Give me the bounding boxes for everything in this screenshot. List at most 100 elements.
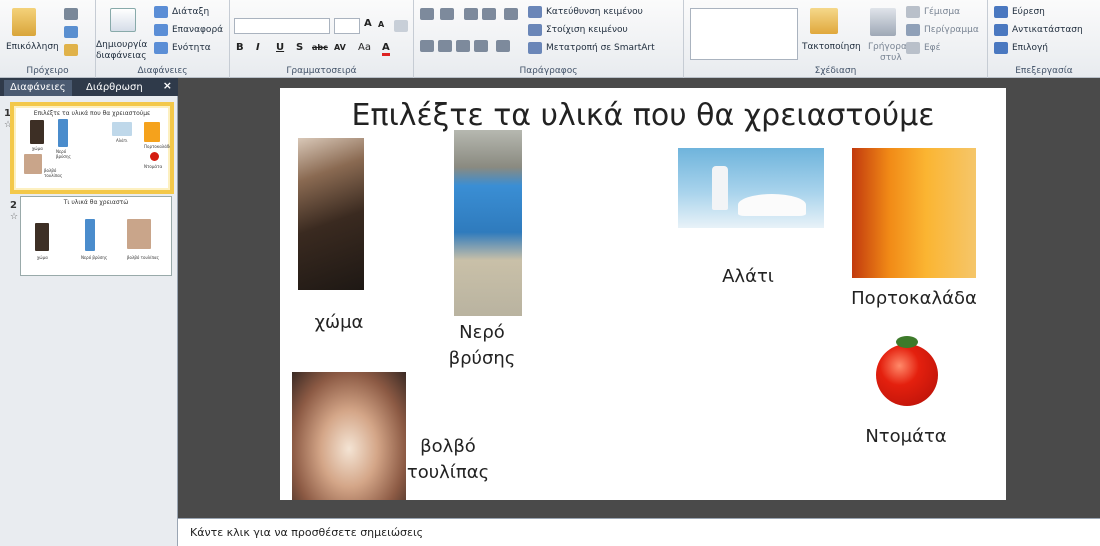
copy-icon[interactable] bbox=[64, 26, 78, 38]
font-color-button[interactable]: A bbox=[382, 42, 390, 56]
line-spacing-icon[interactable] bbox=[504, 8, 518, 20]
clipboard-group: Επικόλληση Πρόχειρο bbox=[0, 0, 96, 78]
select-button[interactable]: Επιλογή bbox=[1012, 43, 1048, 53]
tap-water-image[interactable] bbox=[454, 130, 522, 316]
reset-icon bbox=[154, 24, 168, 36]
align-right-icon[interactable] bbox=[456, 40, 470, 52]
orange-caption[interactable]: Πορτοκαλάδα bbox=[832, 286, 996, 312]
shape-outline-button[interactable]: Περίγραμμα bbox=[924, 25, 979, 35]
water-caption-1[interactable]: Νερό bbox=[434, 320, 530, 346]
tomato-caption[interactable]: Ντομάτα bbox=[850, 424, 962, 450]
clipboard-group-label: Πρόχειρο bbox=[26, 66, 69, 76]
strike-button[interactable]: abc bbox=[312, 43, 328, 52]
align-text-icon bbox=[528, 24, 542, 36]
font-name-combo[interactable] bbox=[234, 18, 330, 34]
salt-shaker-shape bbox=[712, 166, 728, 210]
thumb1-label-water: Νερό βρύσης bbox=[56, 149, 71, 159]
thumb1-tomato-image bbox=[150, 152, 159, 161]
soil-image[interactable] bbox=[298, 138, 364, 290]
reset-button[interactable]: Επαναφορά bbox=[172, 25, 223, 35]
align-text-button[interactable]: Στοίχιση κειμένου bbox=[546, 25, 628, 35]
salt-caption[interactable]: Αλάτι bbox=[708, 264, 788, 290]
slide-thumbnail-1[interactable]: Επιλέξτε τα υλικά που θα χρειαστούμε χώμ… bbox=[10, 102, 174, 194]
shadow-button[interactable]: S bbox=[296, 42, 303, 53]
current-slide[interactable]: Επιλέξτε τα υλικά που θα χρειαστούμε χώμ… bbox=[280, 88, 1006, 500]
tab-slides[interactable]: Διαφάνειες bbox=[4, 80, 72, 96]
section-icon bbox=[154, 42, 168, 54]
spacing-button[interactable]: AV bbox=[334, 43, 346, 52]
drawing-group-label: Σχέδιαση bbox=[814, 66, 857, 76]
drawing-group: Τακτοποίηση Γρήγορα στυλ Γέμισμα Περίγρα… bbox=[684, 0, 988, 78]
thumb2-bulb-image bbox=[127, 219, 151, 249]
thumb1-label-soil: χώμα bbox=[32, 146, 43, 151]
slide-thumbnail-2[interactable]: Τι υλικά θα χρειαστώ χώμα Νερό βρύσης βο… bbox=[20, 196, 172, 276]
slide-title[interactable]: Επιλέξτε τα υλικά που θα χρειαστούμε bbox=[280, 98, 1006, 133]
arrange-button[interactable]: Τακτοποίηση bbox=[802, 42, 861, 52]
new-slide-icon[interactable] bbox=[110, 8, 136, 32]
increase-indent-icon[interactable] bbox=[482, 8, 496, 20]
shape-fill-button[interactable]: Γέμισμα bbox=[924, 7, 960, 17]
thumb1-title: Επιλέξτε τα υλικά που θα χρειαστούμε bbox=[33, 110, 151, 117]
shapes-gallery[interactable] bbox=[690, 8, 798, 60]
grow-font-icon[interactable]: A bbox=[364, 18, 372, 29]
paragraph-group-label: Παράγραφος bbox=[519, 66, 578, 76]
thumb1-bulb-image bbox=[24, 154, 42, 174]
justify-icon[interactable] bbox=[474, 40, 488, 52]
paste-button[interactable]: Επικόλληση bbox=[6, 42, 59, 52]
slides-group-label: Διαφάνειες bbox=[137, 66, 188, 76]
bold-button[interactable]: B bbox=[236, 42, 244, 53]
find-button[interactable]: Εύρεση bbox=[1012, 7, 1045, 17]
notes-pane[interactable]: Κάντε κλικ για να προσθέσετε σημειώσεις bbox=[178, 518, 1100, 546]
layout-button[interactable]: Διάταξη bbox=[172, 7, 209, 17]
thumb2-title: Τι υλικά θα χρειαστώ bbox=[63, 199, 129, 206]
smartart-button[interactable]: Μετατροπή σε SmartArt bbox=[546, 43, 655, 53]
water-caption-2[interactable]: βρύσης bbox=[434, 346, 530, 372]
ribbon: Επικόλληση Πρόχειρο Δημιουργία διαφάνεια… bbox=[0, 0, 1100, 78]
new-slide-label-1[interactable]: Δημιουργία bbox=[96, 40, 147, 50]
underline-button[interactable]: U bbox=[276, 42, 284, 53]
arrange-icon bbox=[810, 8, 838, 34]
slide-number-2: 2 bbox=[10, 200, 17, 211]
bulb-caption-1[interactable]: βολβό bbox=[408, 434, 488, 460]
bulb-caption-2[interactable]: τουλίπας bbox=[398, 460, 498, 486]
layout-icon bbox=[154, 6, 168, 18]
font-group: A A B I U S abc AV Aa A Γραμματοσειρά bbox=[230, 0, 414, 78]
editing-group-label: Επεξεργασία bbox=[1015, 66, 1073, 76]
quick-styles-label-2[interactable]: στυλ bbox=[880, 53, 902, 63]
columns-icon[interactable] bbox=[496, 40, 510, 52]
thumb2-label-water: Νερό βρύσης bbox=[81, 255, 108, 260]
align-left-icon[interactable] bbox=[420, 40, 434, 52]
new-slide-label-2[interactable]: διαφάνειας bbox=[96, 51, 147, 61]
shape-effects-button[interactable]: Εφέ bbox=[924, 43, 941, 53]
bullets-icon[interactable] bbox=[420, 8, 434, 20]
cut-icon[interactable] bbox=[64, 8, 78, 20]
tab-outline[interactable]: Διάρθρωση bbox=[80, 80, 149, 96]
select-icon bbox=[994, 42, 1008, 54]
thumb1-label-bulb: βολβό τουλίπας bbox=[44, 168, 63, 178]
numbering-icon[interactable] bbox=[440, 8, 454, 20]
editing-group: Εύρεση Αντικατάσταση Επιλογή Επεξεργασία bbox=[988, 0, 1100, 78]
format-painter-icon[interactable] bbox=[64, 44, 78, 56]
change-case-button[interactable]: Aa bbox=[358, 42, 371, 53]
clear-format-icon[interactable] bbox=[394, 20, 408, 32]
decrease-indent-icon[interactable] bbox=[464, 8, 478, 20]
replace-icon bbox=[994, 24, 1008, 36]
replace-button[interactable]: Αντικατάσταση bbox=[1012, 25, 1083, 35]
salt-image[interactable] bbox=[678, 148, 824, 228]
close-panel-icon[interactable]: × bbox=[163, 79, 172, 92]
tomato-image[interactable] bbox=[876, 344, 938, 406]
soil-caption[interactable]: χώμα bbox=[304, 310, 374, 336]
quick-styles-label-1[interactable]: Γρήγορα bbox=[868, 42, 907, 52]
section-button[interactable]: Ενότητα bbox=[172, 43, 211, 53]
orange-juice-image[interactable] bbox=[852, 148, 976, 278]
text-direction-button[interactable]: Κατεύθυνση κειμένου bbox=[546, 7, 643, 17]
thumb1-salt-image bbox=[112, 122, 132, 136]
italic-button[interactable]: I bbox=[256, 42, 260, 53]
shape-fill-icon bbox=[906, 6, 920, 18]
tulip-bulb-image[interactable] bbox=[292, 372, 406, 500]
notes-placeholder[interactable]: Κάντε κλικ για να προσθέσετε σημειώσεις bbox=[190, 526, 423, 539]
text-direction-icon bbox=[528, 6, 542, 18]
align-center-icon[interactable] bbox=[438, 40, 452, 52]
font-size-combo[interactable] bbox=[334, 18, 360, 34]
shrink-font-icon[interactable]: A bbox=[378, 20, 384, 29]
